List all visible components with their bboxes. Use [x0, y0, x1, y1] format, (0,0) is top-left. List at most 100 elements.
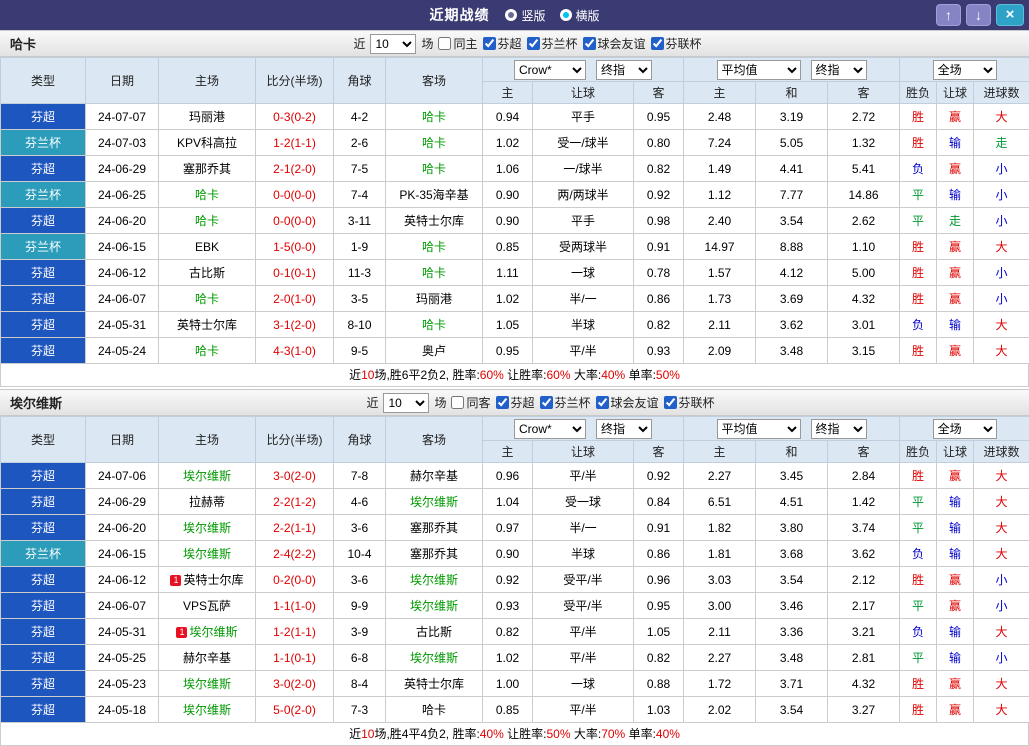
match-score[interactable]: 3-1(2-0): [256, 312, 334, 338]
home-team[interactable]: KPV科高拉: [159, 130, 256, 156]
final-odds-select[interactable]: 终指: [596, 60, 652, 80]
match-score[interactable]: 3-0(2-0): [256, 671, 334, 697]
league-filter[interactable]: 芬兰杯: [527, 35, 578, 52]
match-score[interactable]: 2-4(2-2): [256, 541, 334, 567]
average-select[interactable]: 平均值: [717, 419, 801, 439]
final-odds-select[interactable]: 终指: [811, 419, 867, 439]
league-type-badge[interactable]: 芬超: [1, 645, 86, 671]
home-team[interactable]: 赫尔辛基: [159, 645, 256, 671]
league-type-badge[interactable]: 芬超: [1, 208, 86, 234]
away-team[interactable]: 英特士尔库: [386, 671, 483, 697]
league-type-badge[interactable]: 芬超: [1, 515, 86, 541]
away-team[interactable]: 赫尔辛基: [386, 463, 483, 489]
match-score[interactable]: 1-5(0-0): [256, 234, 334, 260]
league-filter[interactable]: 球会友谊: [596, 394, 659, 411]
away-team[interactable]: 哈卡: [386, 104, 483, 130]
match-score[interactable]: 0-0(0-0): [256, 208, 334, 234]
away-team[interactable]: 古比斯: [386, 619, 483, 645]
away-team[interactable]: 哈卡: [386, 260, 483, 286]
league-type-badge[interactable]: 芬超: [1, 286, 86, 312]
home-team[interactable]: 拉赫蒂: [159, 489, 256, 515]
layout-radio[interactable]: 竖版: [505, 7, 545, 24]
league-type-badge[interactable]: 芬兰杯: [1, 130, 86, 156]
bookmaker-select[interactable]: Crow*: [514, 419, 586, 439]
league-type-badge[interactable]: 芬超: [1, 104, 86, 130]
home-team[interactable]: 哈卡: [159, 338, 256, 364]
away-team[interactable]: 奥卢: [386, 338, 483, 364]
league-checkbox[interactable]: [483, 37, 496, 50]
league-type-badge[interactable]: 芬超: [1, 489, 86, 515]
match-score[interactable]: 0-3(0-2): [256, 104, 334, 130]
bookmaker-select[interactable]: Crow*: [514, 60, 586, 80]
league-type-badge[interactable]: 芬超: [1, 156, 86, 182]
away-team[interactable]: 埃尔维斯: [386, 593, 483, 619]
league-checkbox[interactable]: [527, 37, 540, 50]
home-team[interactable]: 埃尔维斯: [159, 697, 256, 723]
match-score[interactable]: 1-2(1-1): [256, 619, 334, 645]
league-type-badge[interactable]: 芬超: [1, 567, 86, 593]
match-score[interactable]: 1-2(1-1): [256, 130, 334, 156]
league-type-badge[interactable]: 芬超: [1, 697, 86, 723]
match-score[interactable]: 0-1(0-1): [256, 260, 334, 286]
layout-radio[interactable]: 横版: [560, 7, 600, 24]
match-score[interactable]: 2-1(2-0): [256, 156, 334, 182]
away-team[interactable]: 塞那乔其: [386, 515, 483, 541]
home-team[interactable]: 哈卡: [159, 182, 256, 208]
match-score[interactable]: 1-1(1-0): [256, 593, 334, 619]
home-team[interactable]: 哈卡: [159, 286, 256, 312]
league-checkbox[interactable]: [651, 37, 664, 50]
same-venue-filter[interactable]: 同客: [451, 394, 490, 411]
league-checkbox[interactable]: [583, 37, 596, 50]
move-down-button[interactable]: ↓: [966, 4, 991, 26]
home-team[interactable]: VPS瓦萨: [159, 593, 256, 619]
home-team[interactable]: 英特士尔库: [159, 312, 256, 338]
league-filter[interactable]: 芬超: [496, 394, 535, 411]
away-team[interactable]: 哈卡: [386, 697, 483, 723]
away-team[interactable]: 玛丽港: [386, 286, 483, 312]
home-team[interactable]: 玛丽港: [159, 104, 256, 130]
league-type-badge[interactable]: 芬兰杯: [1, 182, 86, 208]
match-score[interactable]: 1-1(0-1): [256, 645, 334, 671]
league-checkbox[interactable]: [496, 396, 509, 409]
league-type-badge[interactable]: 芬超: [1, 463, 86, 489]
away-team[interactable]: 埃尔维斯: [386, 567, 483, 593]
home-team[interactable]: 埃尔维斯: [159, 463, 256, 489]
average-select[interactable]: 平均值: [717, 60, 801, 80]
league-type-badge[interactable]: 芬超: [1, 671, 86, 697]
home-team[interactable]: 哈卡: [159, 208, 256, 234]
fulltime-select[interactable]: 全场: [933, 60, 997, 80]
match-score[interactable]: 5-0(2-0): [256, 697, 334, 723]
league-type-badge[interactable]: 芬超: [1, 260, 86, 286]
away-team[interactable]: 哈卡: [386, 130, 483, 156]
league-checkbox[interactable]: [596, 396, 609, 409]
league-type-badge[interactable]: 芬超: [1, 619, 86, 645]
away-team[interactable]: PK-35海辛基: [386, 182, 483, 208]
match-score[interactable]: 2-2(1-2): [256, 489, 334, 515]
away-team[interactable]: 塞那乔其: [386, 541, 483, 567]
home-team[interactable]: EBK: [159, 234, 256, 260]
away-team[interactable]: 哈卡: [386, 312, 483, 338]
final-odds-select[interactable]: 终指: [811, 60, 867, 80]
league-checkbox[interactable]: [664, 396, 677, 409]
final-odds-select[interactable]: 终指: [596, 419, 652, 439]
league-filter[interactable]: 芬兰杯: [540, 394, 591, 411]
match-score[interactable]: 0-0(0-0): [256, 182, 334, 208]
home-team[interactable]: 古比斯: [159, 260, 256, 286]
match-count-select[interactable]: 10: [383, 393, 429, 413]
league-checkbox[interactable]: [540, 396, 553, 409]
league-type-badge[interactable]: 芬超: [1, 312, 86, 338]
match-score[interactable]: 0-2(0-0): [256, 567, 334, 593]
home-team[interactable]: 埃尔维斯: [159, 671, 256, 697]
fulltime-select[interactable]: 全场: [933, 419, 997, 439]
same-venue-checkbox[interactable]: [451, 396, 464, 409]
away-team[interactable]: 埃尔维斯: [386, 489, 483, 515]
league-filter[interactable]: 球会友谊: [583, 35, 646, 52]
home-team[interactable]: 埃尔维斯: [159, 515, 256, 541]
league-filter[interactable]: 芬超: [483, 35, 522, 52]
match-count-select[interactable]: 10: [370, 34, 416, 54]
match-score[interactable]: 2-0(1-0): [256, 286, 334, 312]
home-team[interactable]: 1英特士尔库: [159, 567, 256, 593]
match-score[interactable]: 3-0(2-0): [256, 463, 334, 489]
same-venue-filter[interactable]: 同主: [438, 35, 477, 52]
league-filter[interactable]: 芬联杯: [664, 394, 715, 411]
